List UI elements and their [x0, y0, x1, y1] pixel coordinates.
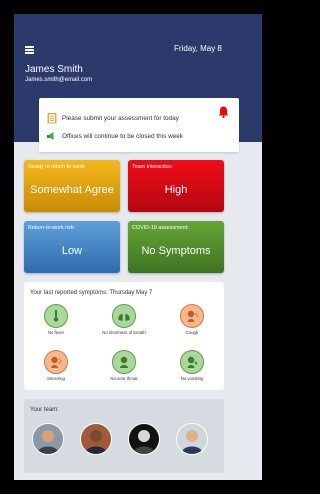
status-card-label: COVID-19 assessment:	[132, 225, 189, 231]
sneeze-icon	[44, 350, 68, 374]
team-card: Your team:	[24, 399, 224, 473]
lungs-icon	[112, 304, 136, 328]
team-member-avatar[interactable]	[128, 423, 160, 455]
symptom-cough: Cough	[168, 304, 216, 335]
symptom-label: Cough	[185, 330, 199, 335]
user-name: James Smith	[25, 64, 83, 75]
status-card-value: Somewhat Agree	[30, 184, 114, 196]
symptom-label: Sneezing	[47, 376, 65, 381]
status-card-label: Team interaction:	[132, 164, 174, 170]
symptom-no-fever: No fever	[32, 304, 80, 335]
symptom-sneezing: Sneezing	[32, 350, 80, 381]
symptom-no-vomiting: No vomiting	[168, 350, 216, 381]
status-card-value: Low	[61, 245, 83, 257]
team-title: Your team:	[30, 407, 59, 413]
user-email: James.smith@email.com	[25, 77, 93, 83]
current-date: Friday, May 8	[174, 44, 222, 53]
throat-icon	[112, 350, 136, 374]
bell-icon[interactable]	[218, 106, 229, 118]
status-card-ready[interactable]: Ready to return to work: Somewhat Agree	[24, 160, 120, 212]
status-card-label: Return-to-work risk:	[28, 225, 76, 231]
clipboard-icon	[47, 113, 57, 124]
symptom-label: No shortness of breath	[102, 330, 146, 335]
symptom-no-sore-throat: No sore throat	[100, 350, 148, 381]
notification-assessment[interactable]: Please submit your assessment for today	[39, 110, 239, 126]
team-member-avatar[interactable]	[176, 423, 208, 455]
cough-icon	[180, 304, 204, 328]
notification-offices[interactable]: Offices will continue to be closed this …	[39, 128, 239, 144]
thermometer-icon	[44, 304, 68, 328]
status-card-risk[interactable]: Return-to-work risk: Low	[24, 221, 120, 273]
notification-text: Please submit your assessment for today	[62, 114, 179, 122]
status-card-value: High	[164, 184, 188, 196]
hamburger-icon[interactable]	[25, 46, 34, 54]
symptom-label: No vomiting	[180, 376, 204, 381]
status-card-covid[interactable]: COVID-19 assessment: No Symptoms	[128, 221, 224, 273]
symptom-no-shortness-of-breath: No shortness of breath	[100, 304, 148, 335]
symptoms-title: Your last reported symptoms: Thursday Ma…	[30, 290, 153, 296]
notifications-card: Please submit your assessment for today …	[39, 98, 239, 152]
symptom-label: No sore throat	[110, 376, 138, 381]
status-card-label: Ready to return to work:	[28, 164, 86, 170]
vomit-icon	[180, 350, 204, 374]
symptoms-card: Your last reported symptoms: Thursday Ma…	[24, 282, 224, 390]
status-card-value: No Symptoms	[141, 245, 211, 257]
symptom-label: No fever	[47, 330, 65, 335]
megaphone-icon	[47, 132, 54, 140]
team-member-avatar[interactable]	[80, 423, 112, 455]
team-member-avatar[interactable]	[32, 423, 64, 455]
status-card-team-interaction[interactable]: Team interaction: High	[128, 160, 224, 212]
notification-text: Offices will continue to be closed this …	[62, 132, 184, 140]
